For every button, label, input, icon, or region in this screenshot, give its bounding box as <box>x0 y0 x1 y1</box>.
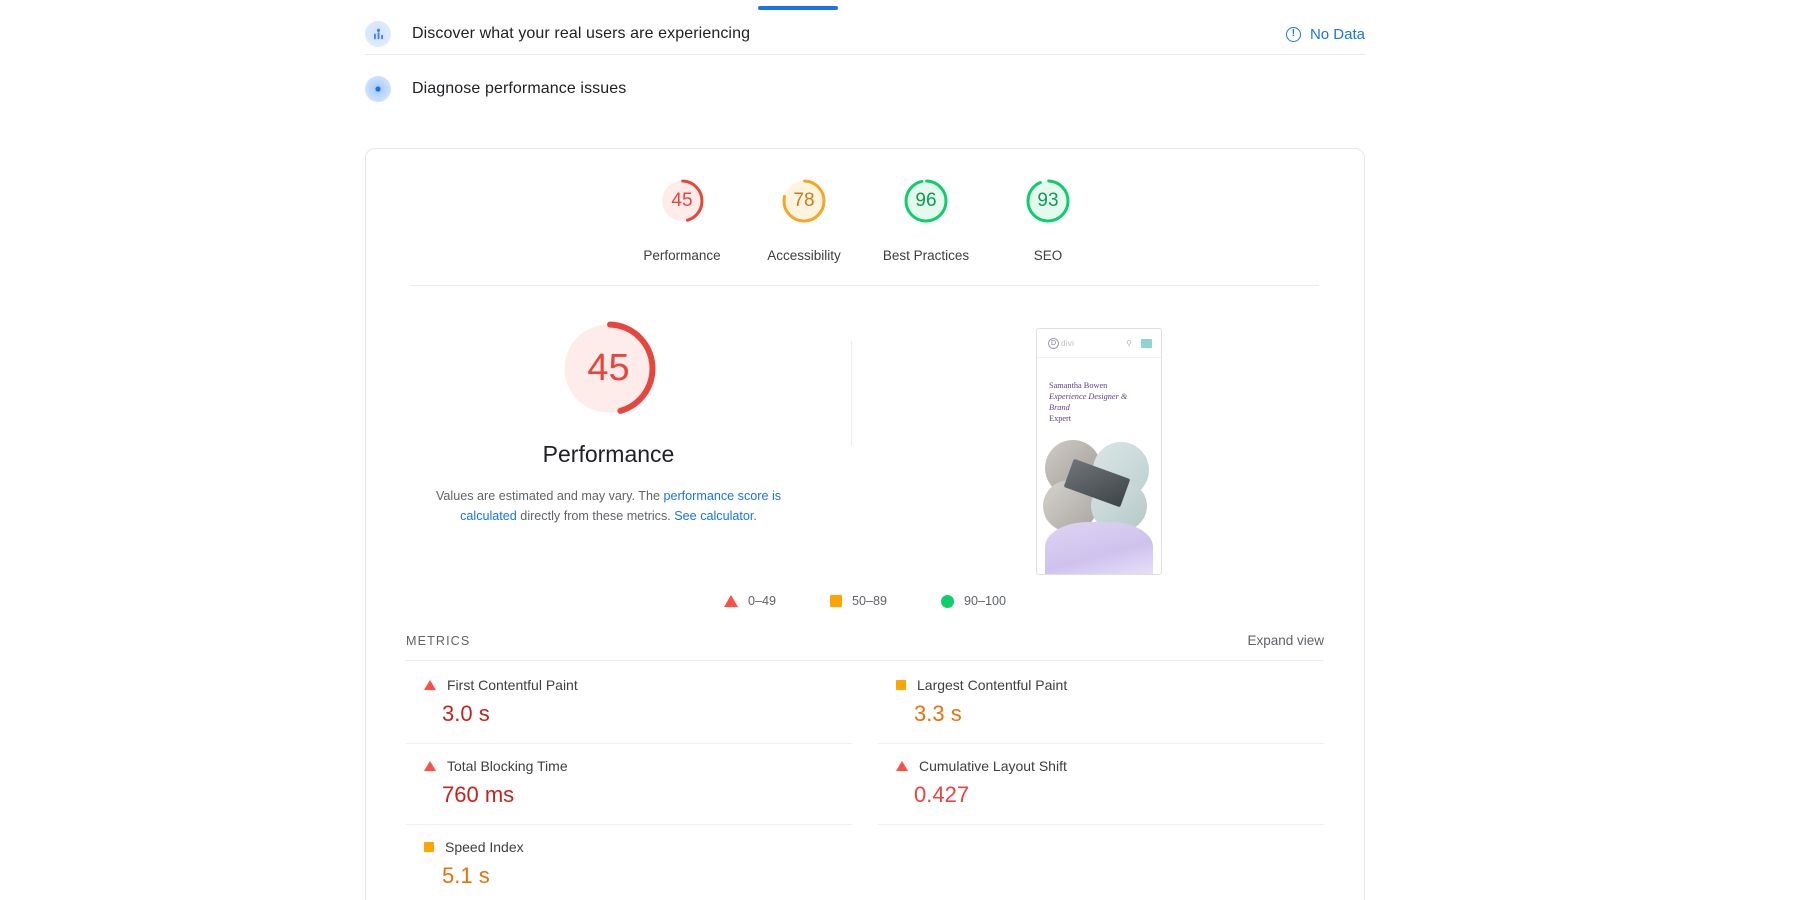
diagnose-section-header: Diagnose performance issues <box>365 55 1365 109</box>
gauge-ring: 78 <box>778 175 830 227</box>
diagnose-label: Diagnose performance issues <box>412 80 626 98</box>
metric-row[interactable]: Total Blocking Time 760 ms <box>406 744 852 825</box>
metric-value: 0.427 <box>878 782 1324 808</box>
hamburger-menu-icon <box>1141 339 1152 348</box>
metric-row[interactable]: Speed Index 5.1 s <box>406 825 852 900</box>
metric-header: First Contentful Paint <box>406 677 852 693</box>
metric-name: Total Blocking Time <box>447 758 568 774</box>
see-calculator-link[interactable]: See calculator <box>674 509 753 523</box>
lab-data-icon <box>365 76 391 102</box>
square-icon <box>424 842 434 852</box>
pagespeed-insights-report: Discover what your real users are experi… <box>0 0 1800 900</box>
gauge-score: 45 <box>656 175 708 227</box>
hero-score-block: 45 Performance Values are estimated and … <box>366 286 851 526</box>
gauge-ring: 93 <box>1022 175 1074 227</box>
gauge-label: Accessibility <box>767 248 841 263</box>
expand-view-button[interactable]: Expand view <box>1247 633 1324 648</box>
metric-name: Largest Contentful Paint <box>917 677 1067 693</box>
triangle-icon <box>424 761 436 771</box>
desc-text-1: Values are estimated and may vary. The <box>436 489 664 503</box>
no-data-status[interactable]: ! No Data <box>1286 26 1365 43</box>
metric-header: Total Blocking Time <box>406 758 852 774</box>
heading-line-1: Samantha Bowen <box>1049 380 1149 391</box>
desc-text-3: . <box>753 509 757 523</box>
thumbnail-footer-shape <box>1045 522 1153 574</box>
desc-text-2: directly from these metrics. <box>517 509 674 523</box>
metric-name: Speed Index <box>445 839 524 855</box>
square-icon <box>896 680 906 690</box>
metrics-grid: First Contentful Paint 3.0 s Total Block… <box>406 661 1324 900</box>
gauge-performance[interactable]: 45 Performance <box>621 175 743 263</box>
gauge-score: 96 <box>900 175 952 227</box>
metric-name: Cumulative Layout Shift <box>919 758 1067 774</box>
discover-section-header: Discover what your real users are experi… <box>365 0 1365 54</box>
performance-score-value: 45 <box>556 316 661 421</box>
lab-results-card: 45 Performance 78 Accessibility <box>365 148 1365 900</box>
gauge-score: 93 <box>1022 175 1074 227</box>
metric-row[interactable]: First Contentful Paint 3.0 s <box>406 663 852 744</box>
gauge-ring: 45 <box>656 175 708 227</box>
search-icon: ⚲ <box>1126 339 1132 348</box>
field-data-icon <box>365 21 391 47</box>
category-score-gauges: 45 Performance 78 Accessibility <box>366 149 1364 263</box>
performance-gauge-large: 45 <box>556 316 661 421</box>
gauge-label: SEO <box>1034 248 1063 263</box>
thumbnail-artwork <box>1037 440 1161 532</box>
metric-value: 760 ms <box>406 782 852 808</box>
gauge-label: Performance <box>643 248 720 263</box>
report-sections: Discover what your real users are experi… <box>365 0 1365 109</box>
performance-hero: 45 Performance Values are estimated and … <box>366 286 1364 616</box>
no-data-label: No Data <box>1310 26 1365 43</box>
info-circle-icon: ! <box>1286 27 1301 42</box>
gauge-score: 78 <box>778 175 830 227</box>
gauge-ring: 96 <box>900 175 952 227</box>
metric-header: Cumulative Layout Shift <box>878 758 1324 774</box>
metric-row[interactable]: Largest Contentful Paint 3.3 s <box>878 663 1324 744</box>
metric-header: Largest Contentful Paint <box>878 677 1324 693</box>
performance-description: Values are estimated and may vary. The p… <box>409 486 809 526</box>
metrics-header: METRICS Expand view <box>406 633 1324 661</box>
heading-line-3: Expert <box>1049 413 1149 424</box>
gauge-accessibility[interactable]: 78 Accessibility <box>743 175 865 263</box>
thumbnail-heading: Samantha Bowen Experience Designer & Bra… <box>1037 358 1161 424</box>
logo-text: divi <box>1061 339 1074 348</box>
gauge-label: Best Practices <box>883 248 969 263</box>
metrics-column-right: Largest Contentful Paint 3.3 s Cumulativ… <box>878 663 1324 900</box>
metric-name: First Contentful Paint <box>447 677 578 693</box>
gauge-seo[interactable]: 93 SEO <box>987 175 1109 263</box>
metric-value: 3.3 s <box>878 701 1324 727</box>
metric-value: 3.0 s <box>406 701 852 727</box>
gauge-best-practices[interactable]: 96 Best Practices <box>865 175 987 263</box>
metric-row[interactable]: Cumulative Layout Shift 0.427 <box>878 744 1324 825</box>
metrics-column-left: First Contentful Paint 3.0 s Total Block… <box>406 663 852 900</box>
triangle-icon <box>896 761 908 771</box>
performance-title: Performance <box>543 441 675 468</box>
hero-vertical-divider <box>851 341 852 446</box>
metrics-title: METRICS <box>406 634 470 648</box>
thumbnail-site-header: D divi ⚲ <box>1037 329 1161 358</box>
triangle-icon <box>424 680 436 690</box>
logo-circle: D <box>1048 338 1059 349</box>
heading-line-2: Experience Designer & Brand <box>1049 391 1149 413</box>
metric-value: 5.1 s <box>406 863 852 889</box>
discover-label: Discover what your real users are experi… <box>412 25 750 43</box>
divi-logo: D divi <box>1048 338 1074 349</box>
page-screenshot-thumbnail[interactable]: D divi ⚲ Samantha Bowen Experience Desig… <box>1036 328 1162 575</box>
metric-header: Speed Index <box>406 839 852 855</box>
